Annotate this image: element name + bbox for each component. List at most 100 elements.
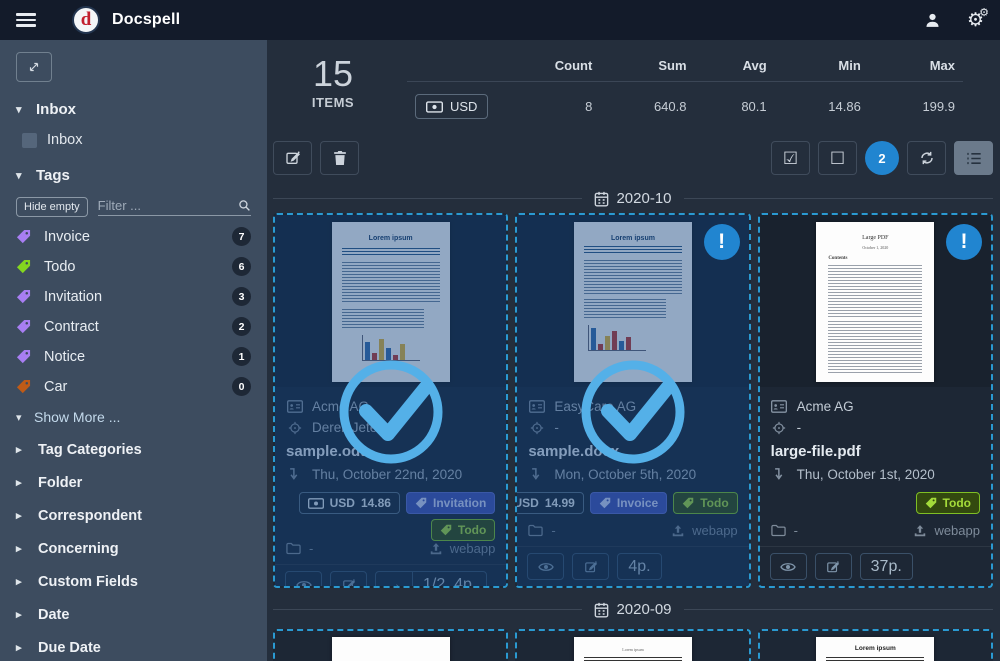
- select-all-button[interactable]: ☑: [771, 141, 810, 175]
- expand-arrows-icon: [27, 60, 41, 74]
- list-icon: [966, 151, 982, 166]
- sidebar-section-tags[interactable]: ▾ Tags: [16, 167, 251, 184]
- sidebar-item-correspondent[interactable]: ▸Correspondent: [16, 499, 251, 532]
- preview-title: Lorem ipsum: [574, 647, 692, 652]
- item-card-partial[interactable]: Keywords in PDF: [273, 629, 508, 661]
- tag-badge-todo[interactable]: Todo: [916, 492, 980, 514]
- date-group-divider: 2020-09: [273, 601, 993, 618]
- app-title: Docspell: [112, 11, 180, 29]
- sidebar-item-concerning[interactable]: ▸Concerning: [16, 532, 251, 565]
- docspell-app: d Docspell ⚙⚙ ▾ Inbox Inbox: [0, 0, 1000, 661]
- trash-icon: [333, 150, 347, 166]
- select-none-button[interactable]: ☐: [818, 141, 857, 175]
- calendar-icon: [594, 191, 609, 207]
- folder-icon: [771, 524, 786, 537]
- chevron-right-icon: ▸: [16, 509, 26, 522]
- money-bill-icon: [426, 101, 443, 113]
- chevron-right-icon: ▸: [16, 575, 26, 588]
- topbar: d Docspell ⚙⚙: [0, 0, 1000, 40]
- delete-selected-button[interactable]: [320, 141, 359, 175]
- tag-filter-field[interactable]: [98, 198, 251, 216]
- tag-item-invitation[interactable]: Invitation 3: [16, 286, 251, 307]
- item-card-partial[interactable]: Lorem ipsum: [758, 629, 993, 661]
- preview-contents-label: Contents: [828, 256, 922, 261]
- menu-icon[interactable]: [16, 13, 36, 27]
- preview-date: October 1, 2020: [816, 245, 934, 250]
- edit-icon: [826, 560, 840, 574]
- crosshairs-icon: [771, 421, 788, 435]
- main-content: 15 ITEMS Count Sum Avg Min Max: [267, 40, 1000, 661]
- attention-badge: !: [946, 224, 982, 260]
- toolbar-right-group: ☑ ☐ 2: [763, 141, 993, 175]
- tag-item-invoice[interactable]: Invoice 7: [16, 226, 251, 247]
- item-card-sample-odt[interactable]: Lorem ipsum Acme AG: [273, 213, 508, 588]
- sidebar-item-custom-fields[interactable]: ▸Custom Fields: [16, 565, 251, 598]
- view-mode-list-button[interactable]: [954, 141, 993, 175]
- stats-value-max: 199.9: [869, 82, 963, 126]
- tag-icon: [16, 259, 31, 274]
- tag-item-car[interactable]: Car 0: [16, 376, 251, 397]
- item-cards-row-partial: Keywords in PDF Lorem ipsum Lorem ipsum: [273, 629, 993, 661]
- item-card-large-file-pdf[interactable]: Large PDF October 1, 2020 Contents ! Acm…: [758, 213, 993, 588]
- sidebar-item-date[interactable]: ▸Date: [16, 598, 251, 631]
- selected-count-badge: 2: [865, 141, 899, 175]
- item-date-row: Thu, October 1st, 2020: [771, 464, 980, 485]
- selected-check-icon: [336, 357, 446, 467]
- page-count-badge: 37p.: [860, 553, 913, 580]
- selection-toolbar: ☑ ☐ 2: [273, 141, 993, 175]
- tag-icon: [16, 229, 31, 244]
- tag-item-contract[interactable]: Contract 2: [16, 316, 251, 337]
- expand-sidebar-button[interactable]: [16, 52, 52, 82]
- item-title: large-file.pdf: [771, 443, 980, 460]
- folder-value: -: [794, 523, 798, 538]
- preview-title: Large PDF: [816, 235, 934, 241]
- currency-badge[interactable]: USD: [415, 94, 488, 119]
- item-card-sample-docx[interactable]: Lorem ipsum ! EasyCar: [515, 213, 750, 588]
- search-icon: [238, 199, 251, 212]
- inbox-checkbox[interactable]: [22, 133, 37, 148]
- stats-col-max: Max: [869, 52, 963, 82]
- preview-eye-button[interactable]: [770, 553, 807, 580]
- id-card-icon: [771, 400, 788, 413]
- tag-icon: [16, 349, 31, 364]
- user-icon[interactable]: [924, 12, 941, 29]
- upload-icon: [913, 524, 927, 538]
- invert-selection-button[interactable]: [907, 141, 946, 175]
- item-count-block: 15 ITEMS: [273, 52, 393, 125]
- inbox-filter-item[interactable]: Inbox: [22, 132, 251, 148]
- sidebar-section-inbox[interactable]: ▾ Inbox: [16, 101, 251, 118]
- tag-count-badge: 2: [232, 317, 251, 336]
- sidebar: ▾ Inbox Inbox ▾ Tags Hide empty: [0, 40, 267, 661]
- stats-value-min: 14.86: [775, 82, 869, 126]
- arrow-turn-down-icon: [771, 467, 788, 482]
- stats-summary: 15 ITEMS Count Sum Avg Min Max: [273, 52, 993, 125]
- stats-value-sum: 640.8: [600, 82, 694, 126]
- sidebar-item-due-date[interactable]: ▸Due Date: [16, 631, 251, 661]
- settings-gears-icon[interactable]: ⚙⚙: [967, 11, 984, 30]
- sidebar-item-tag-categories[interactable]: ▸Tag Categories: [16, 433, 251, 466]
- item-count: 15: [273, 56, 393, 92]
- tag-icon: [16, 379, 31, 394]
- sidebar-item-folder[interactable]: ▸Folder: [16, 466, 251, 499]
- selected-overlay: [517, 215, 748, 586]
- tag-count-badge: 1: [232, 347, 251, 366]
- edit-selected-button[interactable]: [273, 141, 312, 175]
- docspell-logo: d: [72, 6, 100, 34]
- stats-col-avg: Avg: [695, 52, 775, 82]
- tag-filter-input[interactable]: [98, 198, 238, 213]
- correspondent-row: Acme AG: [771, 396, 980, 417]
- tag-item-notice[interactable]: Notice 1: [16, 346, 251, 367]
- hide-empty-button[interactable]: Hide empty: [16, 197, 88, 217]
- preview-title: Lorem ipsum: [816, 645, 934, 652]
- tag-count-badge: 0: [232, 377, 251, 396]
- tag-icon: [16, 289, 31, 304]
- calendar-icon: [594, 602, 609, 618]
- checked-box-icon: ☑: [783, 150, 798, 167]
- edit-item-button[interactable]: [815, 553, 852, 580]
- show-more-link[interactable]: ▾ Show More ...: [16, 409, 251, 425]
- stats-value-avg: 80.1: [695, 82, 775, 126]
- tag-item-todo[interactable]: Todo 6: [16, 256, 251, 277]
- date-group-divider: 2020-10: [273, 190, 993, 207]
- item-card-partial[interactable]: Lorem ipsum: [515, 629, 750, 661]
- selected-overlay: [275, 215, 506, 586]
